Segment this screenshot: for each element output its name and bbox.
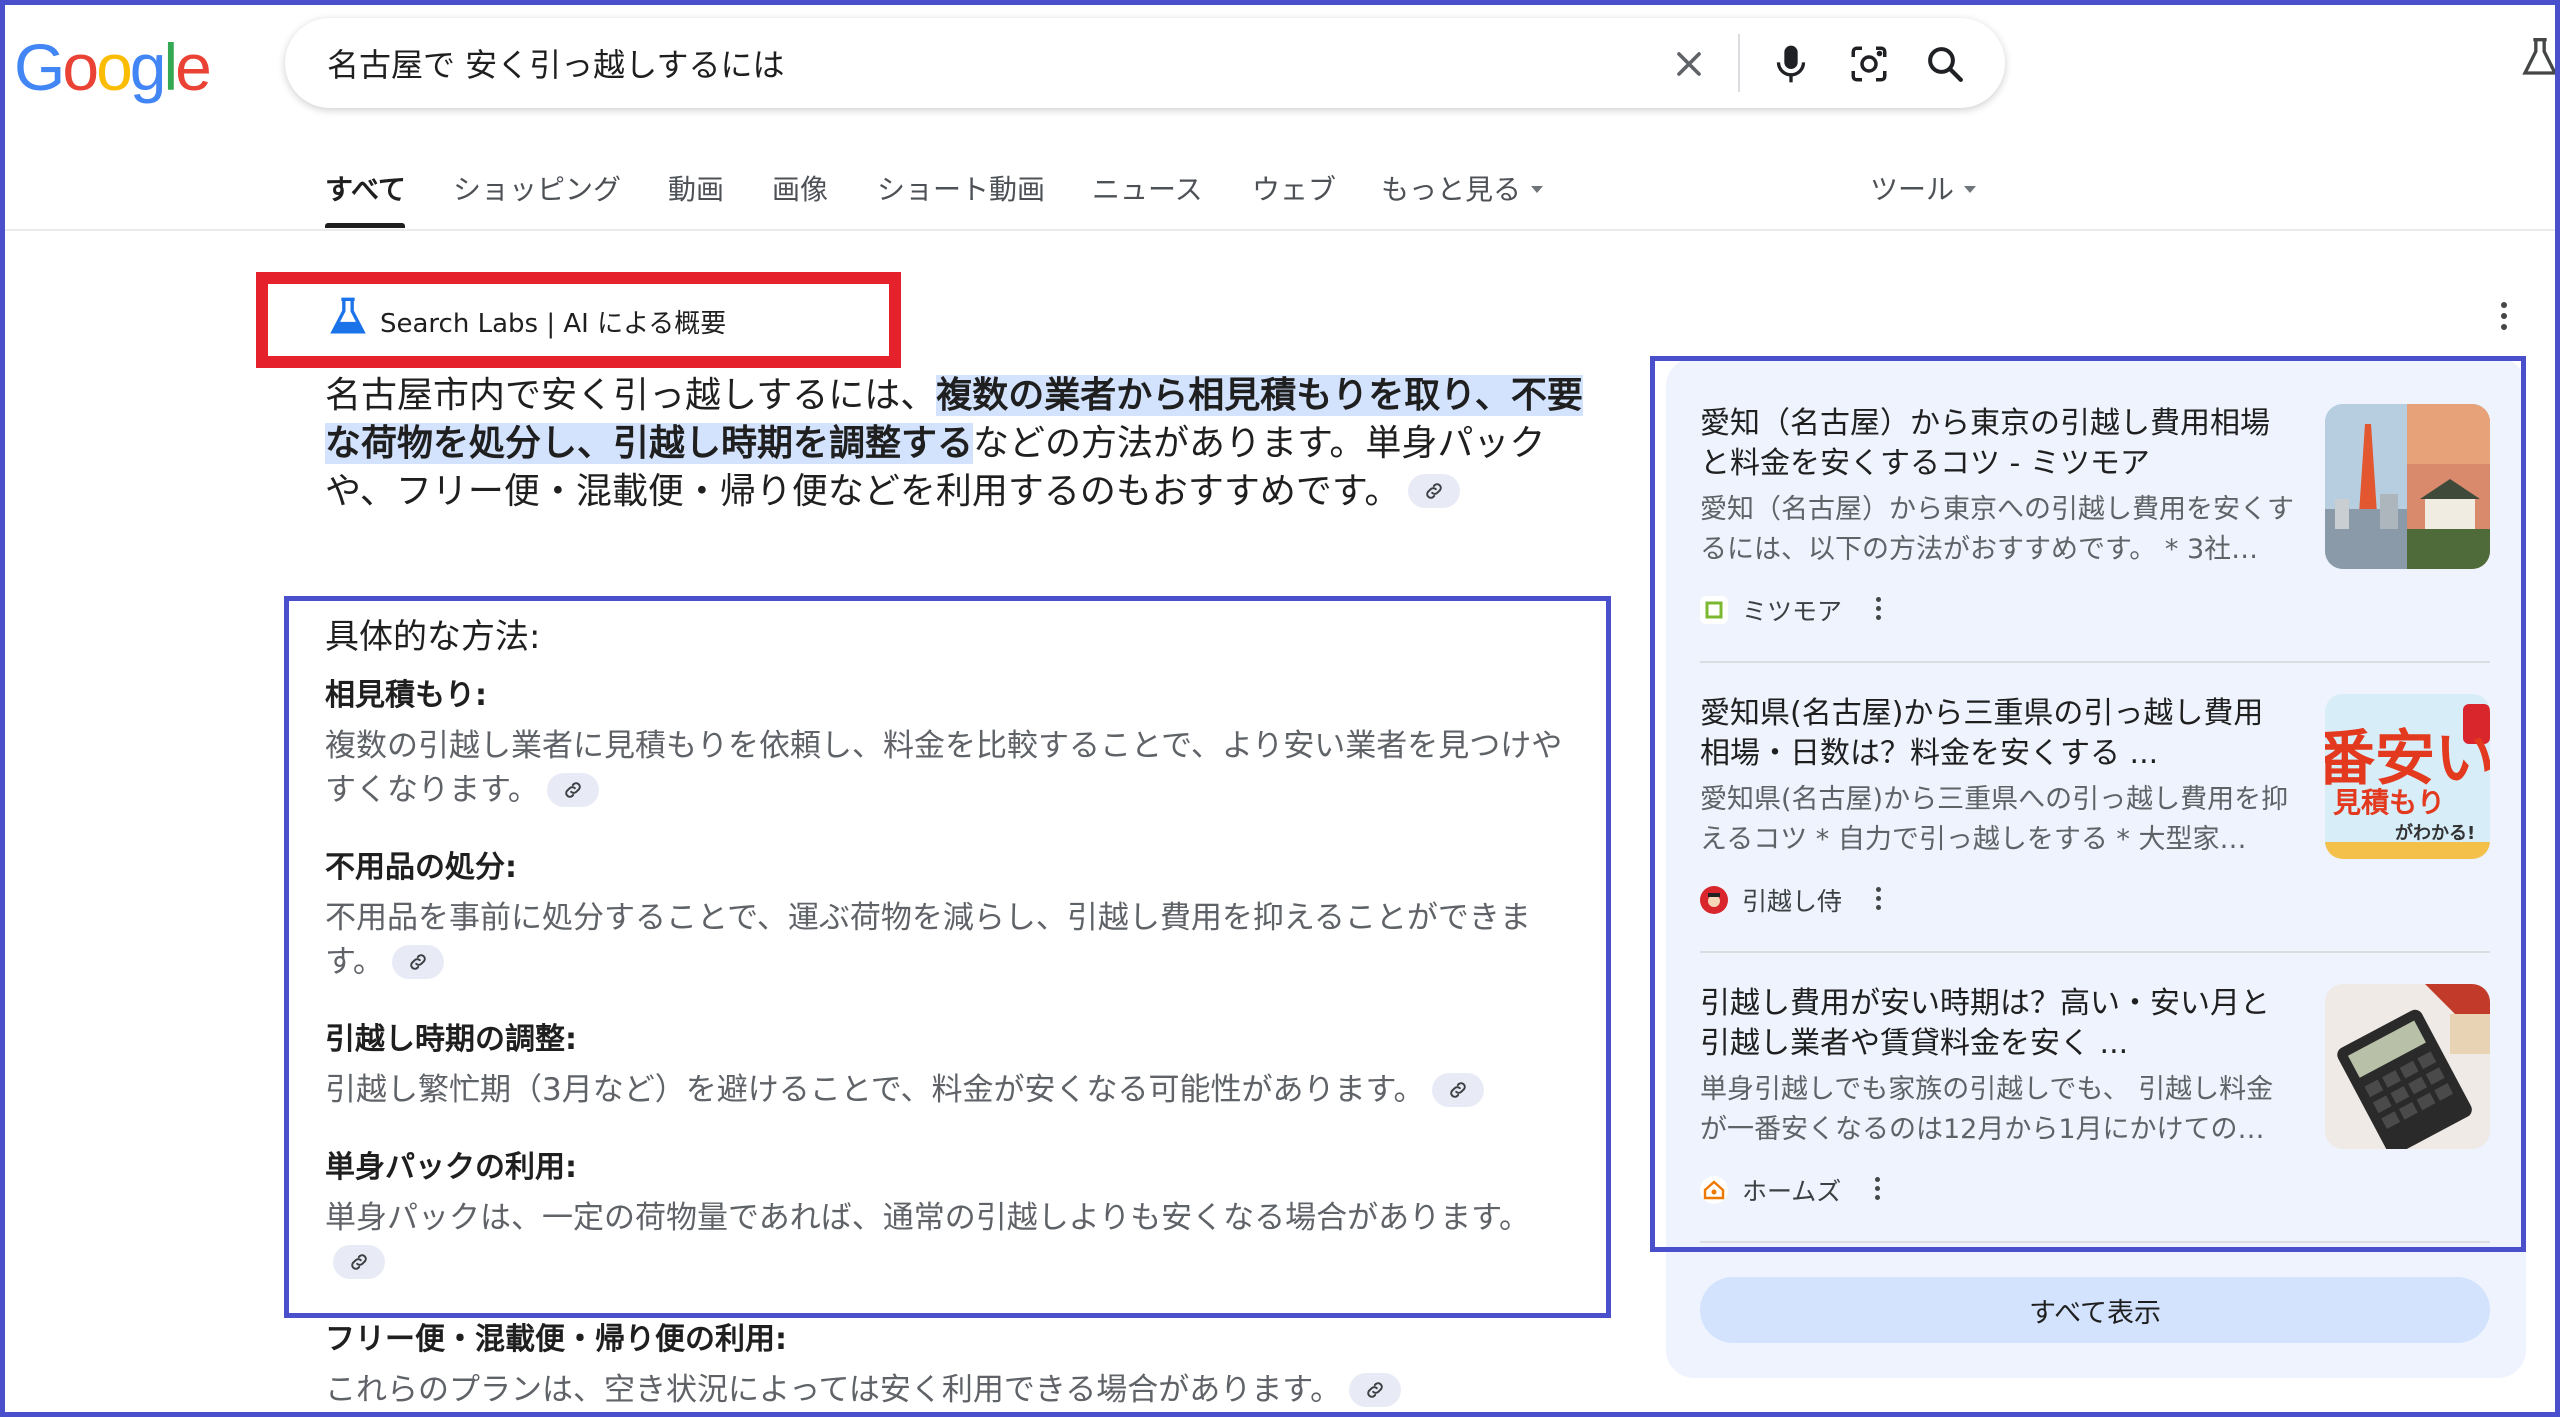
method-desc: 単身パックは、一定の荷物量であれば、通常の引越しよりも安くなる場合があります。	[325, 1196, 1585, 1284]
source-card[interactable]: 愛知（名古屋）から東京の引越し費用相場と料金を安くするコツ - ミツモア 愛知（…	[1700, 404, 2490, 626]
chevron-down-icon	[1531, 185, 1544, 193]
source-title[interactable]: 愛知（名古屋）から東京の引越し費用相場と料金を安くするコツ - ミツモア	[1700, 404, 2290, 484]
method-desc-text: これらのプランは、空き状況によっては安く利用できる場合があります。	[325, 1372, 1342, 1408]
tab-all[interactable]: すべて	[325, 168, 406, 208]
method-item: 相見積もり: 複数の引越し業者に見積もりを依頼し、料金を比較することで、より安い…	[325, 676, 1585, 812]
thumb-text: 番安い	[2325, 724, 2490, 794]
method-item: フリー便・混載便・帰り便の利用: これらのプランは、空き状況によっては安く利用で…	[325, 1320, 1585, 1412]
logo-letter: o	[96, 30, 133, 104]
source-divider	[1700, 1241, 2490, 1243]
method-desc: 不用品を事前に処分することで、運ぶ荷物を減らし、引越し費用を抑えることができます…	[325, 896, 1585, 984]
lens-icon[interactable]	[1845, 40, 1893, 88]
search-icon[interactable]	[1921, 40, 1969, 88]
method-desc: 引越し繁忙期（3月など）を避けることで、料金が安くなる可能性があります。	[325, 1068, 1585, 1112]
mic-icon[interactable]	[1767, 40, 1815, 88]
source-site[interactable]: 引越し侍	[1700, 882, 1884, 918]
tab-shopping[interactable]: ショッピング	[453, 168, 621, 208]
hikkoshi-samurai-favicon	[1700, 886, 1728, 914]
more-options-icon[interactable]	[1872, 596, 1884, 624]
method-desc-text: 単身パックは、一定の荷物量であれば、通常の引越しよりも安くなる場合があります。	[325, 1200, 1530, 1236]
search-box[interactable]: 名古屋で 安く引っ越しするには	[285, 18, 2005, 108]
logo-letter: l	[163, 30, 179, 104]
mitsumore-favicon	[1700, 596, 1728, 624]
logo-letter: o	[62, 30, 99, 104]
link-icon[interactable]	[1349, 1372, 1402, 1407]
link-icon[interactable]	[1408, 474, 1461, 508]
labs-flask-icon[interactable]	[2520, 36, 2560, 84]
source-desc: 愛知県(名古屋)から三重県への引っ越し費用を抑えるコツ * 自力で引っ越しをする…	[1700, 784, 2289, 855]
tools-button[interactable]: ツール	[1870, 168, 1977, 208]
ai-summary: 名古屋市内で安く引っ越しするには、複数の業者から相見積もりを取り、不要な荷物を処…	[325, 372, 1585, 516]
method-title: フリー便・混載便・帰り便の利用:	[325, 1322, 787, 1357]
source-title[interactable]: 引越し費用が安い時期は？高い・安い月と引越し業者や賃貸料金を安く ...	[1700, 984, 2290, 1064]
source-site[interactable]: ホームズ	[1700, 1172, 1883, 1208]
method-item: 不用品の処分: 不用品を事前に処分することで、運ぶ荷物を減らし、引越し費用を抑え…	[325, 848, 1585, 984]
more-options-icon[interactable]	[1872, 886, 1884, 914]
search-divider	[1738, 34, 1740, 92]
source-site[interactable]: ミツモア	[1700, 592, 1884, 628]
ai-overview-header: Search Labs | AI による概要	[328, 296, 726, 343]
link-icon[interactable]	[1432, 1072, 1485, 1107]
search-input[interactable]: 名古屋で 安く引っ越しするには	[327, 40, 785, 86]
active-tab-indicator	[325, 223, 405, 228]
tab-images[interactable]: 画像	[772, 168, 828, 208]
more-options-icon[interactable]	[1871, 1176, 1883, 1204]
source-site-name: ホームズ	[1742, 1177, 1842, 1206]
tools-label: ツール	[1870, 173, 1955, 206]
source-site-name: 引越し侍	[1742, 887, 1843, 916]
link-icon[interactable]	[546, 772, 599, 807]
close-icon[interactable]	[1665, 40, 1713, 88]
method-title: 引越し時期の調整:	[325, 1022, 577, 1057]
chevron-down-icon	[1964, 185, 1977, 193]
tab-short-videos[interactable]: ショート動画	[877, 168, 1045, 208]
show-all-button[interactable]: すべて表示	[1700, 1277, 2490, 1343]
tab-news[interactable]: ニュース	[1092, 168, 1203, 208]
source-desc: 単身引越しでも家族の引越しでも、 引越し料金が一番安くなるのは12月から1月にか…	[1700, 1074, 2274, 1145]
source-site-name: ミツモア	[1742, 597, 1843, 626]
homes-favicon	[1700, 1176, 1728, 1204]
source-divider	[1700, 951, 2490, 953]
thumb-text: 見積もり	[2333, 786, 2445, 819]
source-divider	[1700, 661, 2490, 663]
thumb-text: がわかる!	[2395, 822, 2475, 844]
method-desc: 複数の引越し業者に見積もりを依頼し、料金を比較することで、より安い業者を見つけや…	[325, 724, 1585, 812]
tab-more-label: もっと見る	[1381, 173, 1522, 206]
source-card[interactable]: 引越し費用が安い時期は？高い・安い月と引越し業者や賃貸料金を安く ... 単身引…	[1700, 984, 2490, 1206]
ai-overview-title: Search Labs | AI による概要	[380, 309, 727, 339]
source-thumbnail[interactable]: 番安い 見積もり がわかる!	[2325, 694, 2490, 859]
more-options-icon[interactable]	[2494, 302, 2514, 338]
link-icon[interactable]	[333, 1244, 385, 1279]
tab-web[interactable]: ウェブ	[1252, 168, 1336, 208]
method-item: 引越し時期の調整: 引越し繁忙期（3月など）を避けることで、料金が安くなる可能性…	[325, 1020, 1585, 1112]
source-desc: 愛知（名古屋）から東京への引越し費用を安くするには、以下の方法がおすすめです。 …	[1700, 494, 2294, 565]
method-desc-text: 不用品を事前に処分することで、運ぶ荷物を減らし、引越し費用を抑えることができます…	[325, 900, 1531, 980]
source-thumbnail[interactable]	[2325, 984, 2490, 1149]
methods-title: 具体的な方法:	[325, 617, 541, 657]
method-item: 単身パックの利用: 単身パックは、一定の荷物量であれば、通常の引越しよりも安くな…	[325, 1148, 1585, 1284]
tabs-divider	[0, 229, 2560, 231]
method-title: 単身パックの利用:	[325, 1150, 577, 1185]
tab-more[interactable]: もっと見る	[1381, 168, 1544, 208]
tab-videos[interactable]: 動画	[668, 168, 724, 208]
labs-flask-icon	[328, 296, 368, 343]
method-desc: これらのプランは、空き状況によっては安く利用できる場合があります。	[325, 1368, 1585, 1412]
summary-text: 名古屋市内で安く引っ越しするには、	[325, 375, 937, 416]
method-desc-text: 複数の引越し業者に見積もりを依頼し、料金を比較することで、より安い業者を見つけや…	[325, 728, 1563, 808]
logo-letter: e	[175, 30, 212, 104]
method-title: 相見積もり:	[325, 678, 487, 713]
source-card[interactable]: 愛知県(名古屋)から三重県の引っ越し費用相場・日数は？料金を安くする ... 愛…	[1700, 694, 2490, 916]
source-title[interactable]: 愛知県(名古屋)から三重県の引っ越し費用相場・日数は？料金を安くする ...	[1700, 694, 2290, 774]
logo-letter: G	[14, 30, 65, 104]
google-logo[interactable]: Google	[14, 30, 212, 104]
method-title: 不用品の処分:	[325, 850, 517, 885]
source-thumbnail[interactable]	[2325, 404, 2490, 569]
logo-letter: g	[129, 30, 167, 104]
method-desc-text: 引越し繁忙期（3月など）を避けることで、料金が安くなる可能性があります。	[325, 1072, 1425, 1108]
link-icon[interactable]	[391, 944, 444, 979]
